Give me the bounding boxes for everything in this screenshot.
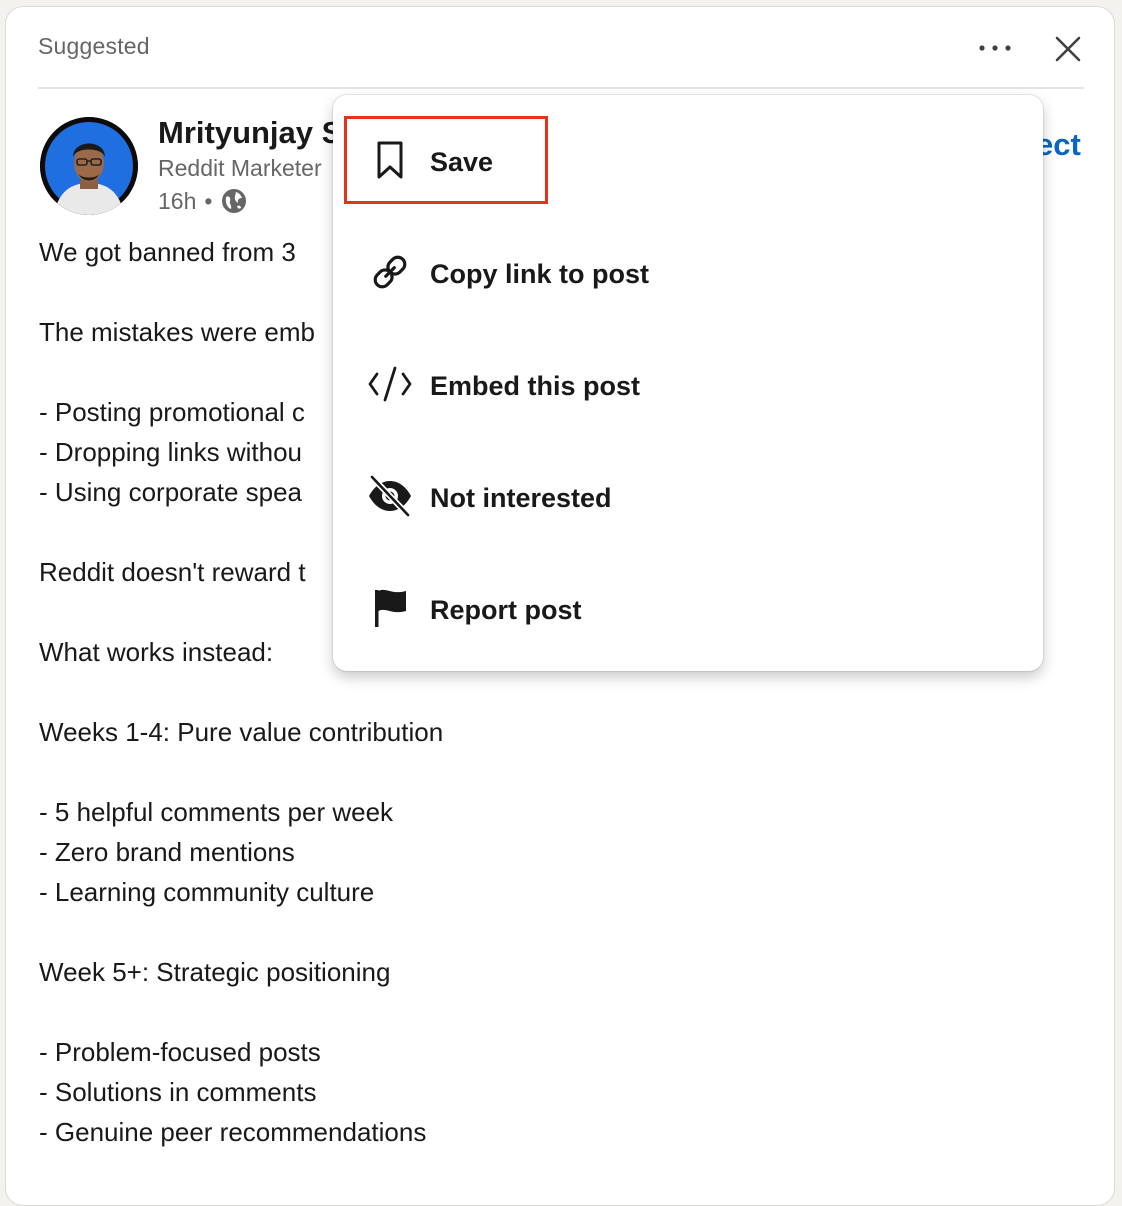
menu-item-report[interactable]: Report post	[333, 555, 1043, 667]
header-divider	[38, 87, 1084, 89]
menu-item-save[interactable]: Save	[333, 107, 1043, 219]
profile-photo-icon	[40, 117, 138, 215]
bookmark-icon	[377, 141, 403, 179]
post-line: Week 5+: Strategic positioning	[39, 957, 391, 987]
post-line	[39, 672, 1089, 712]
post-meta: 16h •	[158, 187, 248, 215]
eye-slash-icon	[369, 475, 411, 517]
more-options-button[interactable]	[972, 31, 1018, 65]
post-line: - Genuine peer recommendations	[39, 1117, 427, 1147]
post-line	[39, 752, 1089, 792]
post-line: Weeks 1-4: Pure value contribution	[39, 717, 444, 747]
suggested-label: Suggested	[38, 33, 150, 59]
post-line	[39, 912, 1089, 952]
post-time: 16h	[158, 187, 197, 214]
menu-item-embed[interactable]: Embed this post	[333, 331, 1043, 443]
menu-item-label: Report post	[430, 595, 582, 625]
flag-icon	[375, 589, 406, 627]
meta-separator: •	[204, 187, 213, 214]
author-headline: Reddit Marketer	[158, 155, 322, 181]
menu-item-label: Not interested	[430, 483, 612, 513]
menu-item-copy-link[interactable]: Copy link to post	[333, 219, 1043, 331]
more-horizontal-icon	[979, 45, 1011, 51]
author-name[interactable]: Mrityunjay S	[158, 115, 342, 151]
globe-icon	[222, 189, 247, 213]
menu-item-label: Embed this post	[430, 371, 641, 401]
post-line: - Solutions in comments	[39, 1077, 317, 1107]
post-line	[39, 992, 1089, 1032]
menu-item-label: Save	[430, 147, 494, 177]
avatar[interactable]	[40, 117, 138, 215]
post-line: - Problem-focused posts	[39, 1037, 321, 1067]
code-icon	[368, 366, 412, 402]
close-button[interactable]	[1046, 27, 1090, 71]
post-line: - 5 helpful comments per week	[39, 797, 394, 827]
post-options-menu: Save Copy link to post Embed this post N…	[333, 95, 1043, 671]
link-icon	[373, 255, 407, 289]
post-line: - Zero brand mentions	[39, 837, 295, 867]
menu-item-not-interested[interactable]: Not interested	[333, 443, 1043, 555]
post-line: - Learning community culture	[39, 877, 375, 907]
close-icon	[1055, 36, 1081, 62]
menu-item-label: Copy link to post	[430, 259, 649, 289]
